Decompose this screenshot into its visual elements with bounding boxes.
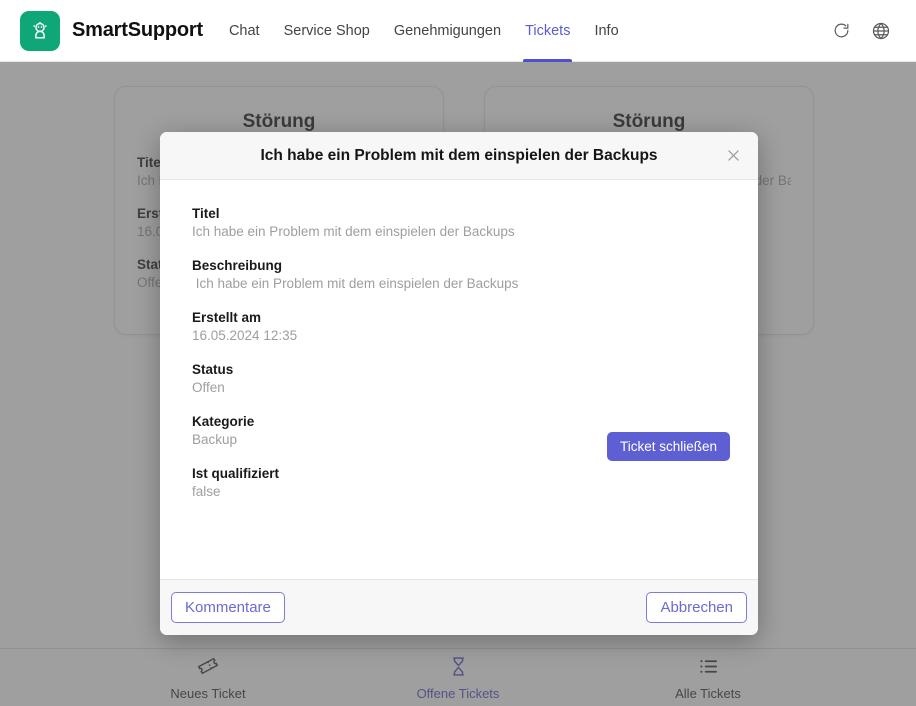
field-label: Beschreibung [192, 258, 283, 273]
close-ticket-button[interactable]: Ticket schließen [606, 432, 730, 461]
dialog-field-titel: Titel Ich habe ein Problem mit dem einsp… [192, 206, 728, 239]
nav-link-genehmigungen[interactable]: Genehmigungen [382, 0, 513, 62]
dialog-field-ist-qualifiziert: Ist qualifiziert false [192, 466, 728, 499]
close-icon[interactable] [720, 143, 746, 169]
top-navigation-bar: SmartSupport Chat Service Shop Genehmigu… [0, 0, 916, 62]
app-logo [20, 10, 60, 51]
app-root: SmartSupport Chat Service Shop Genehmigu… [0, 0, 916, 706]
dialog-field-erstellt-am: Erstellt am 16.05.2024 12:35 [192, 310, 728, 343]
field-value: false [192, 484, 221, 499]
refresh-icon[interactable] [828, 18, 854, 44]
brand-name: SmartSupport [72, 19, 203, 41]
field-label: Erstellt am [192, 310, 262, 325]
nav-links: Chat Service Shop Genehmigungen Tickets … [217, 0, 631, 62]
nav-link-service-shop[interactable]: Service Shop [272, 0, 382, 62]
field-label: Kategorie [192, 414, 255, 429]
nav-link-chat[interactable]: Chat [217, 0, 272, 62]
topbar-actions [828, 18, 894, 44]
field-label: Titel [192, 206, 220, 221]
nav-link-info[interactable]: Info [582, 0, 630, 62]
support-robot-icon [29, 20, 51, 42]
field-value: 16.05.2024 12:35 [192, 328, 298, 343]
dialog-title: Ich habe ein Problem mit dem einspielen … [260, 146, 658, 164]
cancel-button[interactable]: Abbrechen [646, 592, 747, 623]
field-value: Offen [192, 380, 225, 395]
ticket-detail-dialog: Ich habe ein Problem mit dem einspielen … [160, 132, 758, 635]
dialog-header: Ich habe ein Problem mit dem einspielen … [160, 132, 758, 180]
nav-link-tickets[interactable]: Tickets [513, 0, 582, 62]
dialog-footer: Kommentare Abbrechen [160, 579, 758, 635]
field-label: Ist qualifiziert [192, 466, 280, 481]
field-label: Status [192, 362, 234, 377]
brand[interactable]: SmartSupport [20, 10, 203, 51]
comments-button[interactable]: Kommentare [171, 592, 285, 623]
field-value: Ich habe ein Problem mit dem einspielen … [192, 276, 519, 291]
dialog-body: Titel Ich habe ein Problem mit dem einsp… [160, 180, 758, 579]
dialog-field-beschreibung: Beschreibung Ich habe ein Problem mit de… [192, 258, 728, 291]
globe-icon[interactable] [868, 18, 894, 44]
dialog-field-status: Status Offen [192, 362, 728, 395]
field-value: Ich habe ein Problem mit dem einspielen … [192, 224, 515, 239]
